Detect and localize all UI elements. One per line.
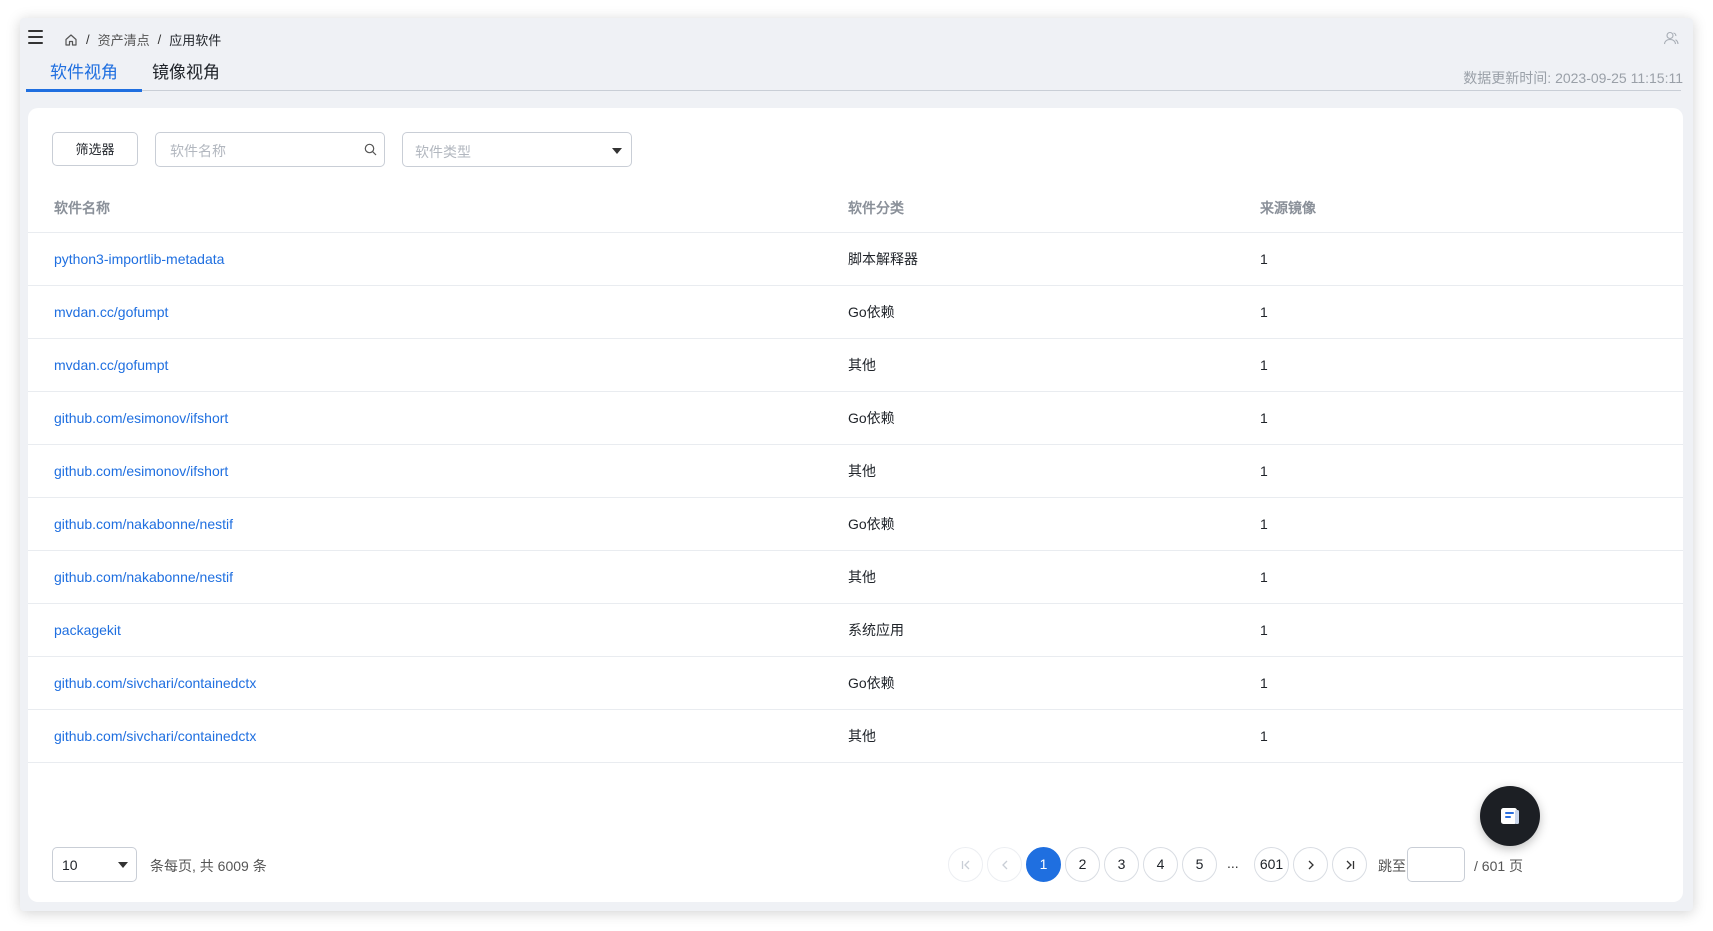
home-icon[interactable] [64,33,78,47]
table-row: github.com/sivchari/containedctx Go依赖 1 [28,656,1683,710]
next-page-icon [1308,860,1314,870]
table-row: github.com/esimonov/ifshort Go依赖 1 [28,391,1683,445]
top-bar: / 资产清点 / 应用软件 [20,18,1693,58]
prev-page-button[interactable] [987,847,1022,882]
total-pages-label: / 601 页 [1474,858,1524,874]
page-button-3[interactable]: 3 [1104,847,1139,882]
jump-label: 跳至 [1378,858,1406,874]
table-row: github.com/nakabonne/nestif Go依赖 1 [28,497,1683,551]
jump-page-input[interactable] [1407,847,1465,882]
software-name-link[interactable]: github.com/nakabonne/nestif [28,497,848,551]
software-type-placeholder: 软件类型 [415,144,471,160]
page-button-1[interactable]: 1 [1026,847,1061,882]
tab-software-view[interactable]: 软件视角 [26,60,142,92]
software-name-link[interactable]: mvdan.cc/gofumpt [28,285,848,339]
source-image-count: 1 [1260,338,1683,392]
search-input[interactable] [168,133,362,168]
source-image-count: 1 [1260,603,1683,657]
table-row: github.com/nakabonne/nestif 其他 1 [28,550,1683,604]
first-page-button[interactable] [948,847,983,882]
software-category: 其他 [848,709,1260,763]
source-image-count: 1 [1260,656,1683,710]
table-row: packagekit 系统应用 1 [28,603,1683,657]
column-header-name: 软件名称 [28,183,848,233]
source-image-count: 1 [1260,497,1683,551]
chevron-down-icon [118,862,128,868]
software-category: 系统应用 [848,603,1260,657]
pagination-summary: 条每页, 共 6009 条 [150,858,267,874]
prev-page-icon [1001,860,1007,870]
breadcrumb: / 资产清点 / 应用软件 [64,30,221,49]
search-icon[interactable] [364,143,377,156]
source-image-count: 1 [1260,550,1683,604]
software-name-link[interactable]: packagekit [28,603,848,657]
tab-image-view[interactable]: 镜像视角 [128,60,244,90]
search-field [155,132,385,168]
page-button-4[interactable]: 4 [1143,847,1178,882]
document-icon [1501,808,1519,824]
software-name-link[interactable]: github.com/nakabonne/nestif [28,550,848,604]
table-header-row: 软件名称 软件分类 来源镜像 [28,183,1683,233]
first-page-icon [961,860,969,870]
content-card: 筛选器 软件类型 软件名称 软件分类 来源镜像 python3-importli… [28,108,1683,902]
filter-button[interactable]: 筛选器 [52,132,138,166]
page-size-value: 10 [62,857,78,873]
software-category: Go依赖 [848,497,1260,551]
software-category: Go依赖 [848,391,1260,445]
table-row: github.com/sivchari/containedctx 其他 1 [28,709,1683,763]
software-name-link[interactable]: github.com/esimonov/ifshort [28,391,848,445]
software-table: 软件名称 软件分类 来源镜像 python3-importlib-metadat… [28,183,1683,763]
page-button-2[interactable]: 2 [1065,847,1100,882]
table-row: python3-importlib-metadata 脚本解释器 1 [28,232,1683,286]
column-header-category: 软件分类 [848,183,1260,233]
software-category: 脚本解释器 [848,232,1260,286]
table-row: github.com/esimonov/ifshort 其他 1 [28,444,1683,498]
source-image-count: 1 [1260,391,1683,445]
breadcrumb-separator: / [157,32,162,47]
table-row: mvdan.cc/gofumpt 其他 1 [28,338,1683,392]
column-header-source-image: 来源镜像 [1260,183,1683,233]
software-name-link[interactable]: python3-importlib-metadata [28,232,848,286]
software-name-link[interactable]: github.com/esimonov/ifshort [28,444,848,498]
breadcrumb-separator: / [86,32,90,47]
software-category: 其他 [848,444,1260,498]
breadcrumb-item-current: 应用软件 [169,33,222,48]
table-row: mvdan.cc/gofumpt Go依赖 1 [28,285,1683,339]
chevron-down-icon [612,148,622,154]
view-tabs: 软件视角 镜像视角 [26,60,1681,92]
page-button-last[interactable]: 601 [1254,847,1289,882]
user-icon[interactable] [1663,30,1679,46]
software-name-link[interactable]: github.com/sivchari/containedctx [28,656,848,710]
last-page-icon [1346,860,1354,870]
software-category: 其他 [848,338,1260,392]
next-page-button[interactable] [1293,847,1328,882]
update-time: 数据更新时间: 2023-09-25 11:15:11 [1463,70,1683,86]
software-name-link[interactable]: github.com/sivchari/containedctx [28,709,848,763]
software-type-select[interactable]: 软件类型 [402,132,632,167]
source-image-count: 1 [1260,709,1683,763]
floating-action-button[interactable] [1480,786,1540,846]
source-image-count: 1 [1260,444,1683,498]
pagination-ellipsis: ... [1227,855,1239,871]
software-category: 其他 [848,550,1260,604]
last-page-button[interactable] [1332,847,1367,882]
software-name-link[interactable]: mvdan.cc/gofumpt [28,338,848,392]
source-image-count: 1 [1260,285,1683,339]
page-button-5[interactable]: 5 [1182,847,1217,882]
breadcrumb-item-assets[interactable]: 资产清点 [98,30,150,49]
app-window: / 资产清点 / 应用软件 软件视角 镜像视角 数据更新时间: 2023-09-… [20,18,1693,911]
menu-icon[interactable] [28,30,44,44]
source-image-count: 1 [1260,232,1683,286]
page-size-select[interactable]: 10 [52,847,137,882]
software-category: Go依赖 [848,656,1260,710]
software-category: Go依赖 [848,285,1260,339]
